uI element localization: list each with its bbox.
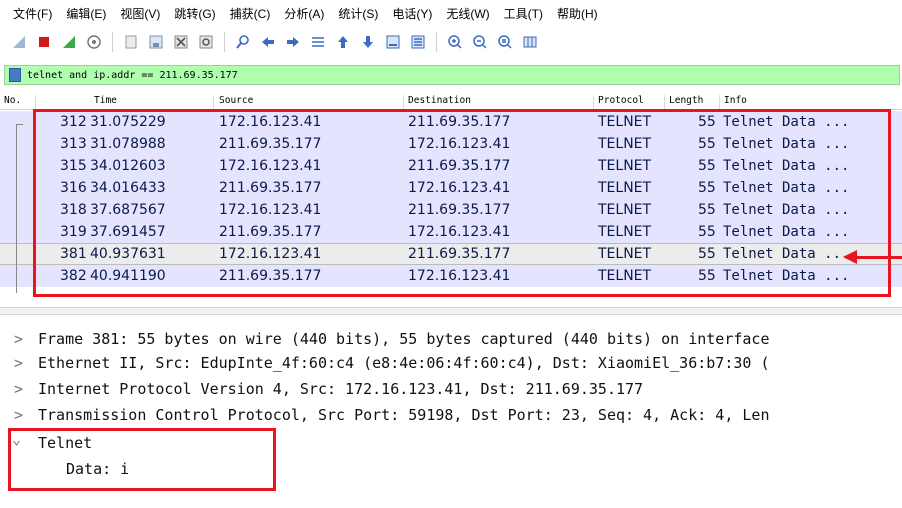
zoom-out-icon[interactable] [469,31,491,53]
display-filter-input[interactable]: telnet and ip.addr == 211.69.35.177 [27,70,238,81]
menu-telephony[interactable]: 电话(Y) [385,5,439,22]
annotation-arrow-head [843,250,857,264]
autoscroll-icon[interactable] [382,31,404,53]
menu-edit[interactable]: 编辑(E) [59,5,113,22]
stop-icon[interactable] [33,31,55,53]
expand-arrow-icon[interactable]: > [14,406,23,424]
toolbar-separator [112,32,113,52]
detail-text: Transmission Control Protocol, Src Port:… [38,406,770,424]
expand-arrow-icon[interactable]: > [14,330,23,348]
detail-text: Ethernet II, Src: EdupInte_4f:60:c4 (e8:… [38,354,770,372]
resize-columns-icon[interactable] [519,31,541,53]
detail-row-tcp[interactable]: > Transmission Control Protocol, Src Por… [0,404,902,428]
close-file-icon[interactable] [170,31,192,53]
menu-analyze[interactable]: 分析(A) [277,5,331,22]
expand-arrow-icon[interactable]: > [14,354,23,372]
detail-row-ethernet[interactable]: > Ethernet II, Src: EdupInte_4f:60:c4 (e… [0,352,902,376]
menu-go[interactable]: 跳转(G) [167,5,222,22]
colorize-icon[interactable] [407,31,429,53]
conversation-bracket [16,124,23,293]
column-header-length[interactable]: Length [669,95,703,106]
annotation-box-telnet [8,428,276,491]
column-header-destination[interactable]: Destination [408,95,471,106]
first-icon[interactable] [332,31,354,53]
menu-wireless[interactable]: 无线(W) [439,5,496,22]
bookmark-icon[interactable] [9,68,21,82]
menu-bar: 文件(F) 编辑(E) 视图(V) 跳转(G) 捕获(C) 分析(A) 统计(S… [0,0,902,26]
menu-tools[interactable]: 工具(T) [497,5,550,22]
packet-list-header: No. Time Source Destination Protocol Len… [0,92,902,113]
expand-arrow-icon[interactable]: > [14,380,23,398]
options-icon[interactable] [83,31,105,53]
menu-statistics[interactable]: 统计(S) [331,5,385,22]
detail-text: Frame 381: 55 bytes on wire (440 bits), … [38,330,770,348]
detail-row-frame[interactable]: > Frame 381: 55 bytes on wire (440 bits)… [0,328,902,352]
go-to-icon[interactable] [307,31,329,53]
forward-icon[interactable] [282,31,304,53]
zoom-reset-icon[interactable] [494,31,516,53]
shark-fin-icon[interactable] [8,31,30,53]
main-toolbar [0,27,902,57]
annotation-arrow [855,256,902,259]
restart-icon[interactable] [58,31,80,53]
last-icon[interactable] [357,31,379,53]
column-header-info[interactable]: Info [724,95,747,106]
detail-row-ip[interactable]: > Internet Protocol Version 4, Src: 172.… [0,378,902,402]
zoom-in-icon[interactable] [444,31,466,53]
annotation-box-packets [33,109,891,297]
column-header-time[interactable]: Time [94,95,117,106]
reload-icon[interactable] [195,31,217,53]
back-icon[interactable] [257,31,279,53]
menu-view[interactable]: 视图(V) [113,5,167,22]
pane-splitter[interactable] [0,307,902,315]
column-header-protocol[interactable]: Protocol [598,95,644,106]
save-icon[interactable] [145,31,167,53]
toolbar-separator [436,32,437,52]
open-icon[interactable] [120,31,142,53]
display-filter-bar[interactable]: telnet and ip.addr == 211.69.35.177 [4,65,900,85]
column-header-no[interactable]: No. [4,95,21,106]
menu-help[interactable]: 帮助(H) [550,5,605,22]
find-icon[interactable] [232,31,254,53]
detail-text: Internet Protocol Version 4, Src: 172.16… [38,380,644,398]
column-header-source[interactable]: Source [219,95,253,106]
menu-capture[interactable]: 捕获(C) [223,5,278,22]
menu-file[interactable]: 文件(F) [6,5,59,22]
toolbar-separator [224,32,225,52]
